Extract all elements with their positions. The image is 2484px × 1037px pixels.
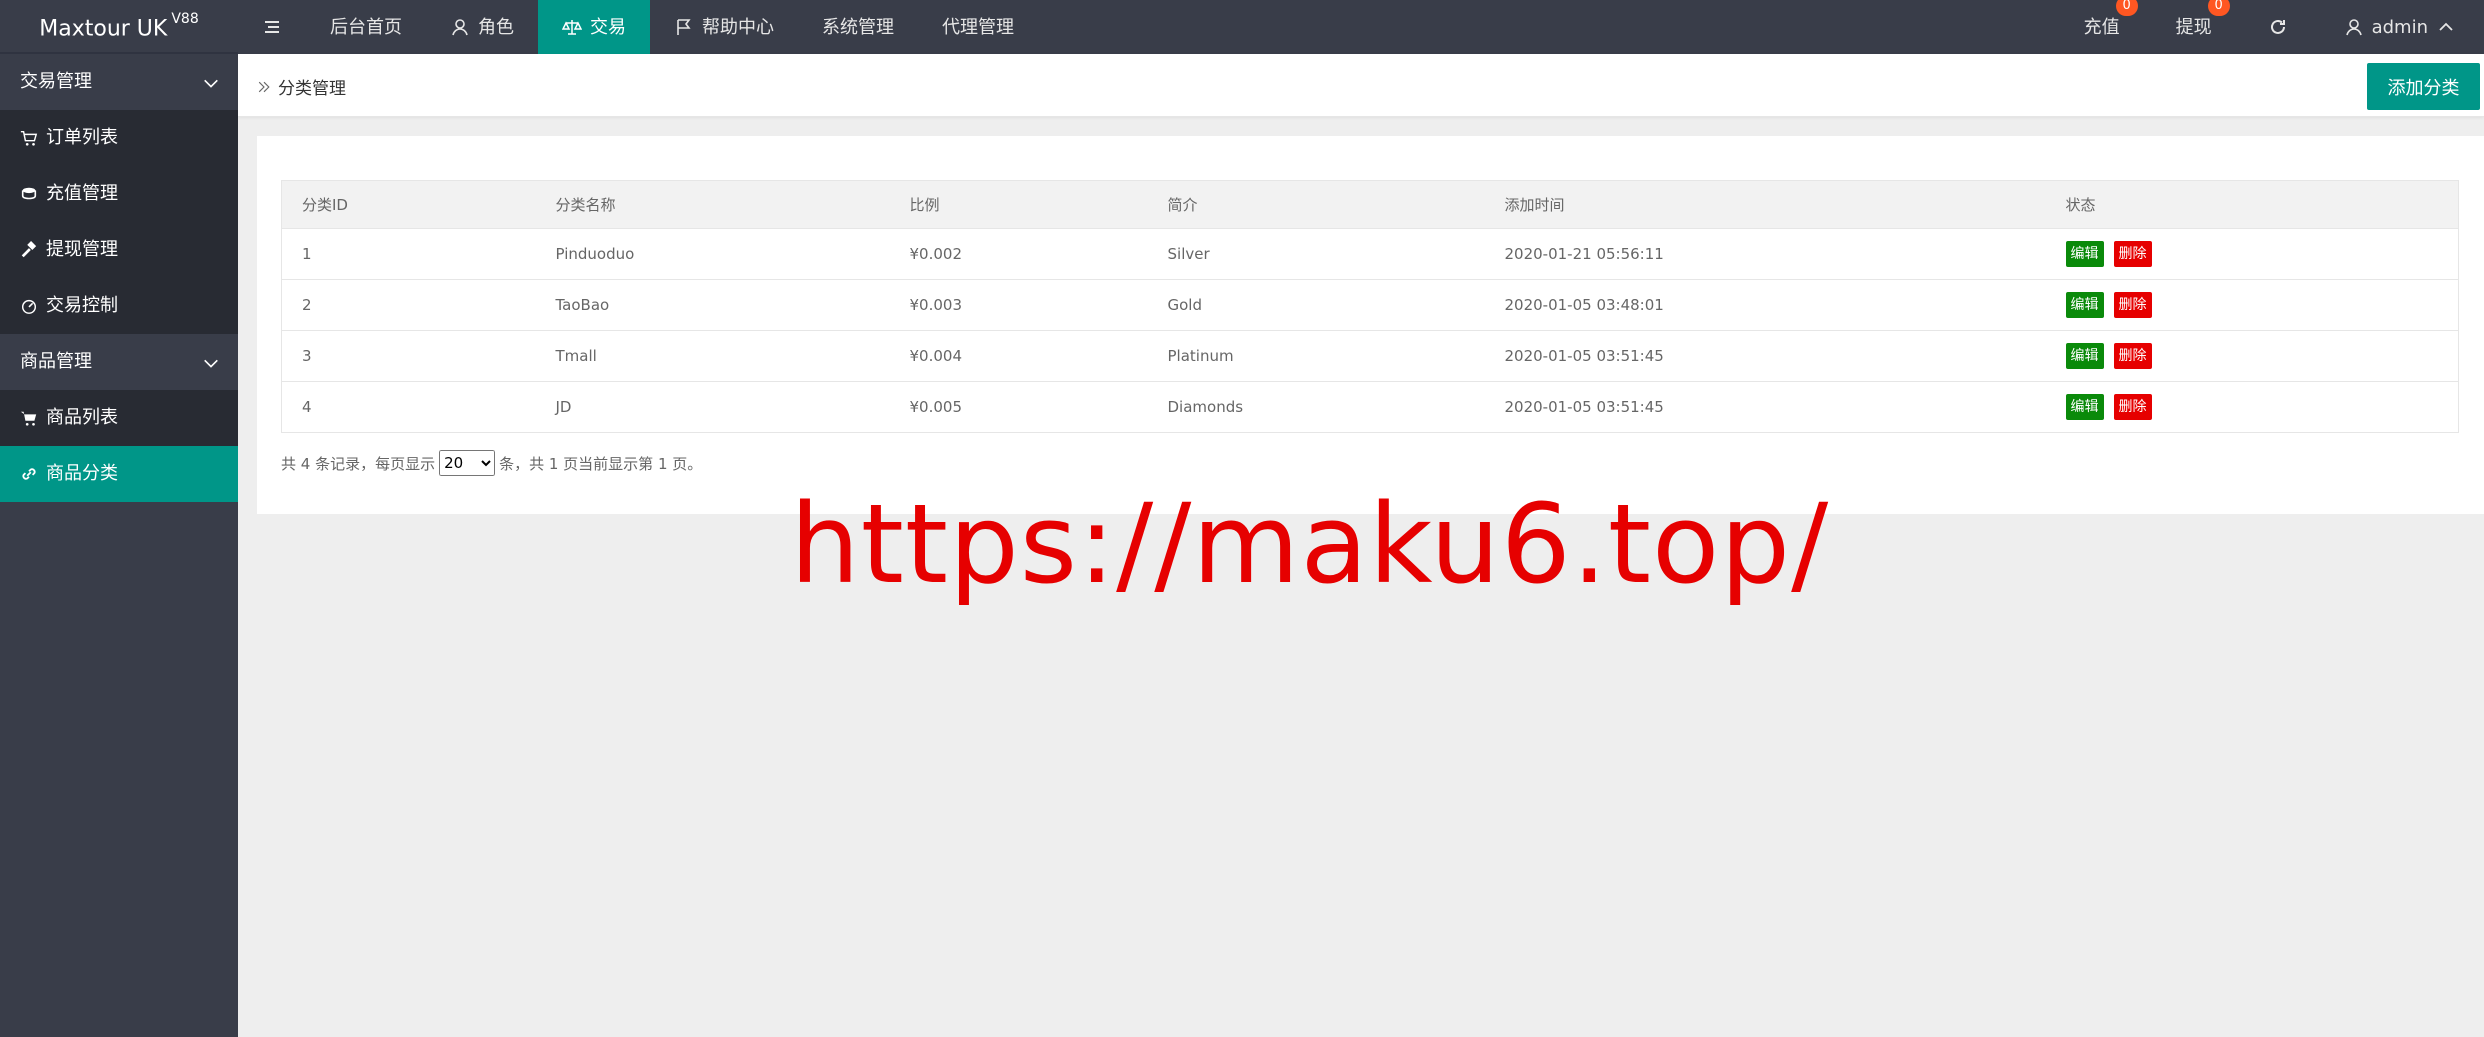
delete-button[interactable]: 删除 <box>2113 394 2152 420</box>
coins-icon <box>21 187 37 200</box>
breadcrumb-bar: 分类管理 添加分类 <box>238 54 2484 117</box>
sidebar: 交易管理 订单列表 充值管理 提现管理 交易控制 商品管理 商品列表 商品分类 <box>0 54 238 1037</box>
cart-icon <box>20 411 37 426</box>
cell-ratio: ¥0.002 <box>889 228 1148 280</box>
edit-button[interactable]: 编辑 <box>2065 394 2104 420</box>
col-header-name: 分类名称 <box>535 180 890 229</box>
cell-intro: Gold <box>1147 279 1485 331</box>
col-header-time: 添加时间 <box>1484 180 2046 229</box>
table-row: 1 Pinduoduo ¥0.002 Silver 2020-01-21 05:… <box>281 228 2459 280</box>
col-header-id: 分类ID <box>281 180 536 229</box>
cell-name: TaoBao <box>535 279 890 331</box>
cell-intro: Diamonds <box>1147 381 1485 433</box>
cell-intro: Silver <box>1147 228 1485 280</box>
user-icon <box>452 19 468 36</box>
withdraw-count-badge: 0 <box>2207 0 2230 16</box>
cell-time: 2020-01-05 03:48:01 <box>1484 279 2046 331</box>
nav-help[interactable]: 帮助中心 <box>650 0 798 54</box>
brand-version: V88 <box>171 11 199 27</box>
cell-time: 2020-01-05 03:51:45 <box>1484 330 2046 382</box>
cell-id: 4 <box>281 381 536 433</box>
delete-button[interactable]: 删除 <box>2113 292 2152 318</box>
cell-ratio: ¥0.005 <box>889 381 1148 433</box>
menu-toggle-button[interactable] <box>238 0 306 54</box>
watermark-text: https://maku6.top/ <box>790 480 1830 608</box>
gauge-icon <box>21 299 37 314</box>
cell-id: 1 <box>281 228 536 280</box>
col-header-status: 状态 <box>2045 180 2459 229</box>
add-category-button[interactable]: 添加分类 <box>2367 63 2480 110</box>
cell-actions: 编辑 删除 <box>2045 279 2459 331</box>
col-header-ratio: 比例 <box>889 180 1148 229</box>
pager-suffix: 条，共 1 页当前显示第 1 页。 <box>499 454 703 473</box>
cell-id: 2 <box>281 279 536 331</box>
sidebar-item-trade-control[interactable]: 交易控制 <box>0 278 238 334</box>
pager-prefix: 共 4 条记录，每页显示 <box>281 454 436 473</box>
user-menu[interactable]: admin <box>2316 0 2484 54</box>
cell-time: 2020-01-21 05:56:11 <box>1484 228 2046 280</box>
user-name: admin <box>2371 16 2428 38</box>
link-icon <box>22 468 36 480</box>
cell-name: JD <box>535 381 890 433</box>
breadcrumb: 分类管理 <box>256 74 346 99</box>
cell-name: Tmall <box>535 330 890 382</box>
chevron-down-icon <box>204 79 218 88</box>
nav-trade[interactable]: 交易 <box>538 0 650 54</box>
sidebar-group-trade[interactable]: 交易管理 <box>0 54 238 110</box>
recharge-count-badge: 0 <box>2115 0 2138 16</box>
brand-logo[interactable]: Maxtour UK V88 <box>0 0 238 54</box>
pagination-info: 共 4 条记录，每页显示 20 条，共 1 页当前显示第 1 页。 <box>281 450 702 476</box>
sidebar-item-withdraw[interactable]: 提现管理 <box>0 222 238 278</box>
nav-withdraw[interactable]: 提现 0 <box>2148 0 2240 54</box>
cell-actions: 编辑 删除 <box>2045 228 2459 280</box>
cell-ratio: ¥0.004 <box>889 330 1148 382</box>
cell-actions: 编辑 删除 <box>2045 381 2459 433</box>
chevron-up-icon <box>2439 22 2453 31</box>
refresh-button[interactable] <box>2240 0 2316 54</box>
nav-right: 充值 0 提现 0 admin <box>2056 0 2484 54</box>
nav-agent[interactable]: 代理管理 <box>918 0 1038 54</box>
sidebar-item-goods-category[interactable]: 商品分类 <box>0 446 238 502</box>
cell-name: Pinduoduo <box>535 228 890 280</box>
table-row: 2 TaoBao ¥0.003 Gold 2020-01-05 03:48:01… <box>281 279 2459 331</box>
menu-icon <box>265 21 279 33</box>
brand-name: Maxtour UK <box>39 16 168 42</box>
hammer-icon <box>21 241 37 258</box>
chevron-down-icon <box>204 359 218 368</box>
cart-icon <box>20 130 38 146</box>
edit-button[interactable]: 编辑 <box>2065 241 2104 267</box>
table-row: 3 Tmall ¥0.004 Platinum 2020-01-05 03:51… <box>281 330 2459 382</box>
col-header-intro: 简介 <box>1147 180 1485 229</box>
nav-recharge[interactable]: 充值 0 <box>2056 0 2148 54</box>
edit-button[interactable]: 编辑 <box>2065 343 2104 369</box>
double-chevron-right-icon <box>258 81 270 92</box>
sidebar-item-goods-list[interactable]: 商品列表 <box>0 390 238 446</box>
top-bar: Maxtour UK V88 后台首页 角色 交易 帮助中心 系统管理 代理管理 … <box>0 0 2484 54</box>
user-icon <box>2345 19 2362 36</box>
delete-button[interactable]: 删除 <box>2113 241 2152 267</box>
cell-id: 3 <box>281 330 536 382</box>
category-table: 分类ID 分类名称 比例 简介 添加时间 状态 1 Pinduoduo ¥0.0… <box>281 180 2459 433</box>
cell-ratio: ¥0.003 <box>889 279 1148 331</box>
scale-icon <box>562 20 582 35</box>
page-size-select[interactable]: 20 <box>439 450 496 476</box>
content-panel: 分类ID 分类名称 比例 简介 添加时间 状态 1 Pinduoduo ¥0.0… <box>257 136 2484 514</box>
sidebar-item-recharge[interactable]: 充值管理 <box>0 166 238 222</box>
cell-actions: 编辑 删除 <box>2045 330 2459 382</box>
delete-button[interactable]: 删除 <box>2113 343 2152 369</box>
table-row: 4 JD ¥0.005 Diamonds 2020-01-05 03:51:45… <box>281 381 2459 433</box>
nav-system[interactable]: 系统管理 <box>798 0 918 54</box>
nav-home[interactable]: 后台首页 <box>306 0 426 54</box>
edit-button[interactable]: 编辑 <box>2065 292 2104 318</box>
cell-time: 2020-01-05 03:51:45 <box>1484 381 2046 433</box>
sidebar-group-goods[interactable]: 商品管理 <box>0 334 238 390</box>
nav-role[interactable]: 角色 <box>426 0 538 54</box>
table-header-row: 分类ID 分类名称 比例 简介 添加时间 状态 <box>281 180 2459 229</box>
flag-icon <box>677 19 691 35</box>
refresh-icon <box>2270 19 2285 34</box>
main-nav: 后台首页 角色 交易 帮助中心 系统管理 代理管理 <box>238 0 1038 54</box>
sidebar-item-orders[interactable]: 订单列表 <box>0 110 238 166</box>
cell-intro: Platinum <box>1147 330 1485 382</box>
breadcrumb-current: 分类管理 <box>278 79 346 99</box>
